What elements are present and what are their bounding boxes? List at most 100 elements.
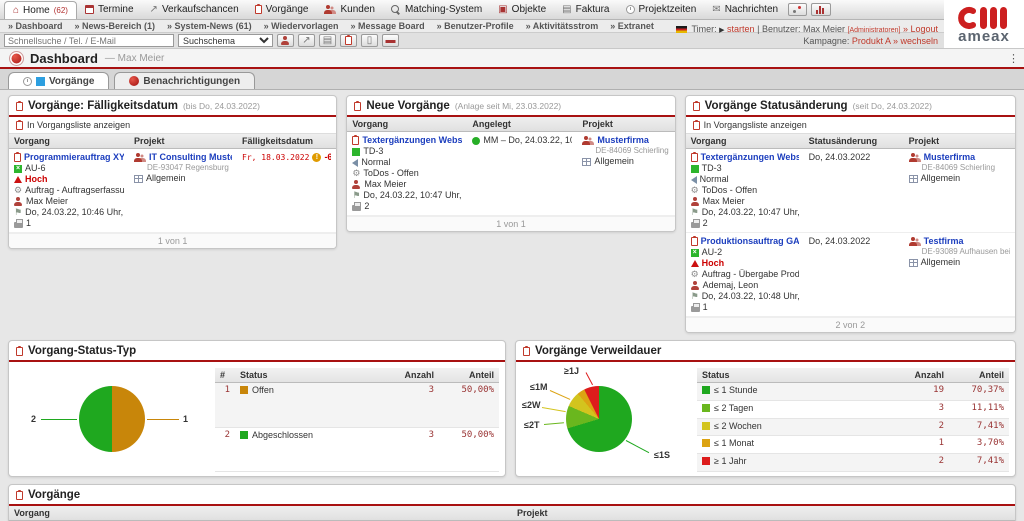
subnav-extranet[interactable]: » Extranet bbox=[610, 21, 654, 31]
subnav-benutzer-profile[interactable]: » Benutzer-Profile bbox=[437, 21, 514, 31]
scatter-chart-button[interactable] bbox=[788, 3, 807, 16]
subnav-aktivitaetsstrom[interactable]: » Aktivitätsstrom bbox=[526, 21, 599, 31]
menu-home[interactable]: ⌂ Home (62) bbox=[4, 1, 77, 19]
workflow-label: Auftrag - Auftragserfassung bbox=[25, 185, 124, 196]
user-session-bar: Timer: ▶ starten | Benutzer: Max Meier [… bbox=[676, 24, 938, 47]
menu-kunden[interactable]: Kunden bbox=[316, 0, 382, 19]
show-in-list-link[interactable]: In Vorgangsliste anzeigen bbox=[686, 117, 1015, 134]
flag-icon: ⚑ bbox=[691, 292, 699, 301]
pie-label-2w: ≤2W bbox=[522, 400, 540, 410]
process-link[interactable]: Programmierauftrag XYZ bbox=[24, 152, 124, 163]
tab-benachrichtigungen[interactable]: Benachrichtigungen bbox=[114, 72, 255, 89]
col-vorgang: Vorgang bbox=[347, 117, 467, 132]
subnav-news-bereich[interactable]: » News-Bereich (1) bbox=[75, 21, 156, 31]
menu-termine-label: Termine bbox=[98, 4, 134, 15]
subnav-message-board[interactable]: » Message Board bbox=[351, 21, 425, 31]
menu-faktura[interactable]: ▤ Faktura bbox=[554, 0, 617, 19]
logout-link[interactable]: » Logout bbox=[903, 24, 938, 34]
ledger-toolbar-button[interactable]: ▤ bbox=[319, 34, 336, 47]
menu-verkaufschancen[interactable]: ↗ Verkaufschancen bbox=[142, 0, 247, 19]
process-link[interactable]: Produktionsauftrag GAMMA bbox=[701, 236, 799, 247]
project-link[interactable]: Musterfirma bbox=[597, 135, 649, 146]
status-color-icon bbox=[352, 148, 360, 156]
col-projekt: Projekt bbox=[577, 117, 674, 132]
menu-vorgaenge[interactable]: Vorgänge bbox=[247, 0, 317, 19]
pie-status-typ bbox=[79, 386, 145, 452]
panel-vorgaenge-liste: Vorgänge Vorgang Projekt Textergänzungen… bbox=[8, 484, 1016, 521]
menu-matching[interactable]: Matching-System bbox=[383, 0, 490, 19]
campaign-switch-link[interactable]: » wechseln bbox=[893, 36, 938, 46]
customers-icon bbox=[324, 5, 336, 14]
legend-row: ≤ 1 Monat 1 3,70% bbox=[697, 436, 1009, 454]
menu-faktura-label: Faktura bbox=[576, 4, 610, 15]
legend-row: 1 Offen 3 50,00% bbox=[215, 383, 499, 428]
process-link[interactable]: Textergänzungen Website bbox=[362, 135, 462, 146]
menu-nachrichten[interactable]: ✉ Nachrichten bbox=[704, 0, 786, 19]
workflow-icon: ⚙ bbox=[691, 186, 699, 195]
priority-high-icon bbox=[691, 260, 699, 267]
table-row: Programmierauftrag XYZ AU-6 Hoch ⚙Auftra… bbox=[9, 149, 336, 233]
status-change-date: Do, 24.03.2022 bbox=[809, 236, 871, 246]
timer-start-link[interactable]: starten bbox=[727, 24, 755, 34]
sales-toolbar-button[interactable]: ↗ bbox=[298, 34, 315, 47]
tab-vorgaenge[interactable]: Vorgänge bbox=[8, 72, 109, 89]
search-schema-select[interactable]: Suchschema bbox=[178, 34, 273, 47]
workflow-label: ToDos - Offen bbox=[702, 185, 757, 196]
processes-toolbar-button[interactable] bbox=[340, 34, 357, 47]
user-icon bbox=[14, 197, 23, 206]
panel-header: Vorgänge bbox=[9, 485, 1015, 506]
created-label: MM – Do, 24.03.22, 10:47 bbox=[483, 135, 572, 146]
quick-search-input[interactable] bbox=[4, 34, 174, 47]
panel-subtitle: (bis Do, 24.03.2022) bbox=[183, 101, 260, 111]
pie-verweildauer bbox=[566, 386, 632, 452]
col-projekt: Projekt bbox=[904, 134, 1015, 149]
clock-icon bbox=[23, 77, 32, 86]
subnav-dashboard[interactable]: » Dashboard bbox=[8, 21, 63, 31]
col-vorgang: Vorgang bbox=[9, 134, 129, 149]
briefcase-toolbar-button[interactable]: ▬ bbox=[382, 34, 399, 47]
menu-projektzeiten[interactable]: Projektzeiten bbox=[618, 0, 705, 19]
table-row: Textergänzungen Website TD-3 Normal ⚙ToD… bbox=[686, 149, 1015, 233]
subnav-system-news[interactable]: » System-News (61) bbox=[167, 21, 252, 31]
panel-header: Vorgänge Statusänderung (seit Do, 24.03.… bbox=[686, 96, 1015, 117]
pie-callout-line bbox=[544, 422, 564, 425]
workflow-icon: ⚙ bbox=[352, 169, 360, 178]
tab-benachrichtigungen-label: Benachrichtigungen bbox=[143, 76, 240, 87]
legend-color-icon bbox=[702, 457, 710, 465]
project-link[interactable]: IT Consulting Musterhausen bbox=[149, 152, 232, 163]
clipboard-icon bbox=[16, 347, 23, 356]
print-count: 2 bbox=[703, 218, 708, 229]
menu-projektzeiten-label: Projektzeiten bbox=[639, 4, 697, 15]
project-link[interactable]: Musterfirma bbox=[924, 152, 976, 163]
clipboard-icon bbox=[16, 121, 23, 130]
user-icon bbox=[691, 197, 700, 206]
menu-objekte[interactable]: ▣ Objekte bbox=[490, 0, 554, 19]
home-count-badge: (62) bbox=[54, 6, 68, 15]
bar-chart-button[interactable] bbox=[811, 3, 831, 16]
campaign-value-link[interactable]: Produkt A bbox=[852, 36, 891, 46]
brand-logo: ameax bbox=[944, 0, 1024, 48]
project-link[interactable]: Testfirma bbox=[924, 236, 964, 247]
panel-title: Vorgänge: Fälligkeitsdatum bbox=[28, 100, 178, 112]
user-name: Max Meier bbox=[803, 24, 845, 34]
legend-share: 7,41% bbox=[949, 418, 1009, 436]
clipboard-icon bbox=[255, 5, 262, 14]
menu-termine[interactable]: Termine bbox=[77, 0, 142, 19]
more-menu-icon[interactable]: ⋮ bbox=[1008, 52, 1019, 65]
notification-ball-icon bbox=[129, 76, 139, 86]
show-in-list-link[interactable]: In Vorgangsliste anzeigen bbox=[9, 117, 336, 134]
priority-normal-icon bbox=[691, 176, 697, 184]
customers-toolbar-button[interactable] bbox=[277, 34, 294, 47]
ledger-icon: ▤ bbox=[323, 36, 332, 46]
dashboard-tabs: Vorgänge Benachrichtigungen bbox=[0, 69, 1024, 90]
process-link[interactable]: Textergänzungen Website bbox=[701, 152, 799, 163]
legend-index: 2 bbox=[215, 427, 235, 472]
menu-vorgaenge-label: Vorgänge bbox=[266, 4, 309, 15]
ameax-ball-icon bbox=[10, 52, 23, 65]
pie-label-1s: ≤1S bbox=[654, 450, 670, 460]
legend-count: 1 bbox=[894, 436, 949, 454]
pie-label-2t: ≤2T bbox=[524, 420, 539, 430]
document-toolbar-button[interactable]: ▯ bbox=[361, 34, 378, 47]
subnav-wiedervorlagen[interactable]: » Wiedervorlagen bbox=[264, 21, 339, 31]
legend-label: ≤ 2 Wochen bbox=[714, 421, 762, 431]
